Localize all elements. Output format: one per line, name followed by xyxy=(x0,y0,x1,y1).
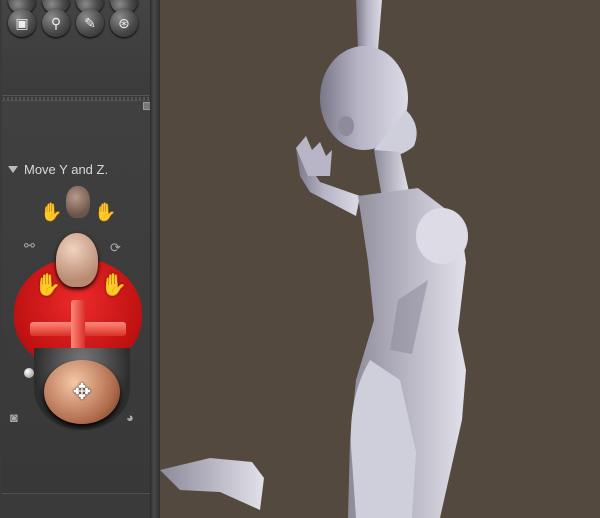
mode-label: Move Y and Z. xyxy=(24,162,109,177)
chain-link-icon[interactable]: ⚯ xyxy=(24,238,35,254)
right-hand-icon[interactable]: ✋ xyxy=(94,202,116,223)
figure-ear xyxy=(338,116,354,136)
frame-select-icon[interactable]: ▣ xyxy=(8,9,36,37)
move-arrows-icon: ✥ xyxy=(72,379,92,404)
red-left-hand-icon[interactable]: ✋ xyxy=(34,272,61,298)
head-icon[interactable] xyxy=(66,186,90,218)
zoom-icon[interactable]: ⚲ xyxy=(42,9,70,37)
raised-leg xyxy=(160,458,264,510)
camera-right-icon[interactable]: ◕ xyxy=(126,410,134,425)
figure-chest xyxy=(416,208,468,264)
mode-label-row: Move Y and Z. xyxy=(8,162,108,177)
rotate-icon[interactable]: ⟳ xyxy=(110,240,121,256)
camera-trackball-icon[interactable]: ✥ xyxy=(44,360,120,424)
panel-resize-edge[interactable] xyxy=(150,0,160,518)
app: ▣ ⚲ ✎ ⊛ Move Y and Z. ✋ ✋ ⚯ ⟳ ✋ ✋ ✥ ◙ ◕ xyxy=(0,0,600,518)
paint-icon[interactable]: ✎ xyxy=(76,9,104,37)
camera-left-icon[interactable]: ◙ xyxy=(10,410,18,425)
left-hand-icon[interactable]: ✋ xyxy=(40,202,62,223)
3d-viewport[interactable] xyxy=(160,0,600,518)
posed-figure xyxy=(160,0,468,518)
red-right-hand-icon[interactable]: ✋ xyxy=(100,272,127,298)
lower-left-dot[interactable] xyxy=(24,368,34,378)
head-control[interactable] xyxy=(56,233,98,287)
left-control-panel: ▣ ⚲ ✎ ⊛ Move Y and Z. ✋ ✋ ⚯ ⟳ ✋ ✋ ✥ ◙ ◕ xyxy=(0,0,160,518)
triangle-down-icon[interactable] xyxy=(8,166,18,173)
tool-pane: ▣ ⚲ ✎ ⊛ xyxy=(2,0,153,96)
trackball-icon[interactable]: ⊛ xyxy=(110,9,138,37)
